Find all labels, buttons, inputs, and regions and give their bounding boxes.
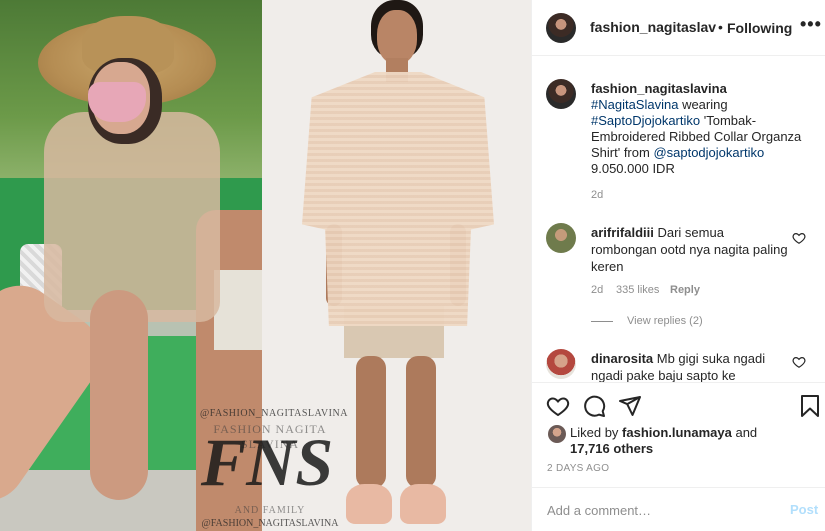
comments-list[interactable]: fashion_nagitaslavina #NagitaSlavina wea… [532,57,825,382]
following-button[interactable]: Following [727,20,792,36]
likes-summary[interactable]: Liked by fashion.lunamaya and 17,716 oth… [570,425,810,457]
heart-icon[interactable] [546,394,570,418]
header-separator: • [718,19,723,35]
action-bar: Liked by fashion.lunamaya and 17,716 oth… [532,382,825,492]
comment-age[interactable]: 2d [591,284,603,296]
caption-text: fashion_nagitaslavina #NagitaSlavina wea… [591,81,802,176]
post-header: fashion_nagitaslavina • Following ••• [532,0,825,56]
hashtag-link[interactable]: #NagitaSlavina [591,97,678,112]
comment-icon[interactable] [582,394,606,418]
watermark-logo: FNS [200,424,334,500]
list-item: arifrifaldiii Dari semua rombongan ootd … [591,224,791,275]
likes-count[interactable]: 17,716 others [570,441,653,456]
comment-username[interactable]: dinarosita [591,351,653,366]
view-replies-button[interactable]: View replies (2) [591,315,703,327]
comment-input[interactable] [547,500,777,520]
bookmark-icon[interactable] [798,394,822,418]
hashtag-link[interactable]: #SaptoDjojokartiko [591,113,700,128]
post-side-panel: fashion_nagitaslavina • Following ••• fa… [531,0,825,531]
reply-button[interactable]: Reply [670,284,700,296]
post-timestamp[interactable]: 2 DAYS AGO [547,463,609,474]
header-username[interactable]: fashion_nagitaslavina [590,19,716,35]
post-media[interactable]: @FASHION_NAGITASLAVINA FASHION NAGITA SL… [0,0,531,531]
mention-link[interactable]: @saptodjojokartiko [653,145,764,160]
comment-avatar[interactable] [546,349,576,379]
list-item: dinarosita Mb gigi suka ngadi ngadi pake… [591,350,791,382]
face-mask [88,82,146,122]
organza-shirt [302,72,494,326]
caption-avatar[interactable] [546,79,576,109]
comment-heart-icon[interactable] [792,231,806,245]
comment-likes[interactable]: 335 likes [616,284,659,296]
more-options-icon[interactable]: ••• [800,14,822,35]
avatar[interactable] [546,13,576,43]
share-icon[interactable] [618,394,642,418]
comment-heart-icon[interactable] [792,355,806,369]
caption-username[interactable]: fashion_nagitaslavina [591,81,727,96]
comment-username[interactable]: arifrifaldiii [591,225,654,240]
add-comment-bar: Post [532,487,825,531]
watermark-handle-bottom: @FASHION_NAGITASLAVINA [201,518,339,529]
watermark-handle-top: @FASHION_NAGITASLAVINA [200,408,348,419]
post-button[interactable]: Post [790,502,818,517]
liker-avatar[interactable] [548,425,566,443]
caption-age[interactable]: 2d [591,189,603,201]
watermark-family: AND FAMILY [234,505,306,516]
liker-username[interactable]: fashion.lunamaya [622,425,732,440]
comment-avatar[interactable] [546,223,576,253]
